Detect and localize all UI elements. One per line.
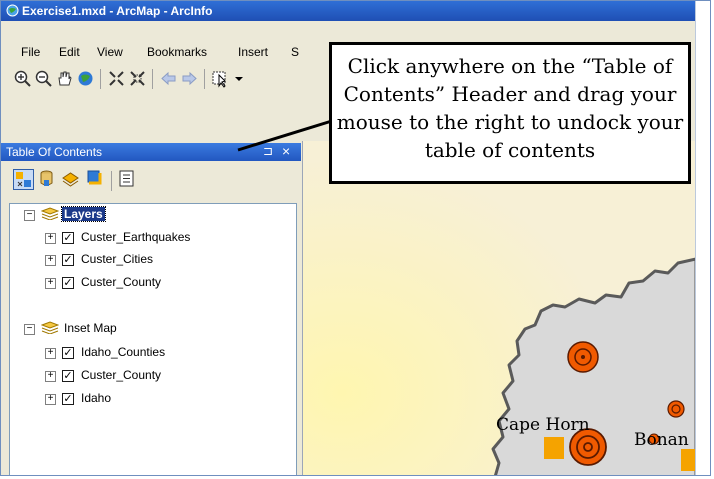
menu-bookmarks[interactable]: Bookmarks <box>147 45 207 59</box>
toc-layer-list: − Layers + ✓ Custer_Earthquakes + ✓ Cust… <box>9 203 297 475</box>
layer-row[interactable]: + ✓ Custer_County <box>40 274 280 292</box>
layer-visibility-checkbox[interactable]: ✓ <box>62 370 74 382</box>
toolbar-separator <box>100 69 101 89</box>
back-arrow-icon[interactable] <box>159 69 178 88</box>
close-icon[interactable]: × <box>282 143 290 159</box>
zoom-out-icon[interactable] <box>34 69 53 88</box>
pin-icon[interactable]: ⊐ <box>263 144 273 158</box>
select-features-icon[interactable] <box>211 69 230 88</box>
layer-row[interactable]: + ✓ Idaho_Counties <box>40 344 280 362</box>
layer-label: Custer_Earthquakes <box>81 230 191 244</box>
layer-visibility-checkbox[interactable]: ✓ <box>62 347 74 359</box>
layer-visibility-checkbox[interactable]: ✓ <box>62 254 74 266</box>
layer-label: Custer_County <box>81 275 162 289</box>
title-bar[interactable]: Exercise1.mxd - ArcMap - ArcInfo <box>1 1 695 21</box>
list-by-drawing-order-icon[interactable] <box>13 169 34 190</box>
toolbar-separator <box>152 69 153 89</box>
menu-view[interactable]: View <box>97 45 123 59</box>
forward-arrow-icon[interactable] <box>180 69 199 88</box>
collapse-icon[interactable]: − <box>24 210 35 221</box>
layer-visibility-checkbox[interactable]: ✓ <box>62 232 74 244</box>
instruction-callout: Click anywhere on the “Table of Contents… <box>329 42 691 184</box>
layers-group-icon <box>41 207 59 220</box>
table-of-contents-header[interactable]: Table Of Contents ⊐ × <box>1 143 301 161</box>
fixed-zoom-out-icon[interactable] <box>128 69 147 88</box>
layer-row[interactable]: + ✓ Custer_Cities <box>40 251 280 269</box>
full-extent-globe-icon[interactable] <box>76 69 95 88</box>
list-by-selection-icon[interactable] <box>85 169 104 188</box>
layer-label: Custer_County <box>81 368 162 382</box>
city-label-cape-horn: Cape Horn <box>496 415 590 435</box>
toc-title: Table Of Contents <box>6 145 103 159</box>
menu-edit[interactable]: Edit <box>59 45 80 59</box>
expand-icon[interactable]: + <box>45 255 56 266</box>
pan-hand-icon[interactable] <box>55 69 74 88</box>
zoom-in-icon[interactable] <box>13 69 32 88</box>
earthquake-marker <box>667 400 685 418</box>
expand-icon[interactable]: + <box>45 348 56 359</box>
options-icon[interactable] <box>117 169 136 188</box>
toolbar-separator <box>204 69 205 89</box>
layer-row[interactable]: + ✓ Custer_County <box>40 367 280 385</box>
toc-toolbar <box>1 161 301 203</box>
layer-label: Idaho <box>81 391 112 405</box>
layer-group-label: Layers <box>61 206 106 222</box>
expand-icon[interactable]: + <box>45 278 56 289</box>
layer-row[interactable]: + ✓ Idaho <box>40 390 280 408</box>
city-label-bonanza: Bonan <box>634 430 689 450</box>
layers-group-icon <box>41 321 59 334</box>
window-title: Exercise1.mxd - ArcMap - ArcInfo <box>22 4 213 18</box>
map-display[interactable]: Cape Horn Bonan <box>302 141 696 475</box>
list-by-visibility-icon[interactable] <box>61 169 80 188</box>
fixed-zoom-in-icon[interactable] <box>107 69 126 88</box>
right-edge-strip <box>695 1 710 475</box>
earthquake-marker <box>567 341 599 373</box>
layer-group-layers[interactable]: − Layers <box>20 206 280 224</box>
layer-label: Custer_Cities <box>81 252 154 266</box>
collapse-icon[interactable]: − <box>24 324 35 335</box>
expand-icon[interactable]: + <box>45 394 56 405</box>
expand-icon[interactable]: + <box>45 371 56 382</box>
toolbar-separator <box>111 171 112 191</box>
city-marker <box>544 437 564 459</box>
list-by-source-icon[interactable] <box>37 169 56 188</box>
dropdown-arrow-icon[interactable] <box>230 69 249 88</box>
layer-group-label: Inset Map <box>64 321 117 335</box>
layer-visibility-checkbox[interactable]: ✓ <box>62 277 74 289</box>
globe-icon <box>6 4 19 17</box>
menu-s[interactable]: S <box>291 45 299 59</box>
layer-label: Idaho_Counties <box>81 345 166 359</box>
city-marker <box>681 449 696 471</box>
layer-group-inset-map[interactable]: − Inset Map <box>20 320 280 338</box>
menu-bar: File Edit View Bookmarks Insert S <box>1 42 331 62</box>
menu-strip <box>1 21 695 41</box>
layer-visibility-checkbox[interactable]: ✓ <box>62 393 74 405</box>
tools-toolbar <box>1 63 331 95</box>
layer-row[interactable]: + ✓ Custer_Earthquakes <box>40 229 280 247</box>
expand-icon[interactable]: + <box>45 233 56 244</box>
menu-file[interactable]: File <box>21 45 40 59</box>
menu-insert[interactable]: Insert <box>238 45 268 59</box>
